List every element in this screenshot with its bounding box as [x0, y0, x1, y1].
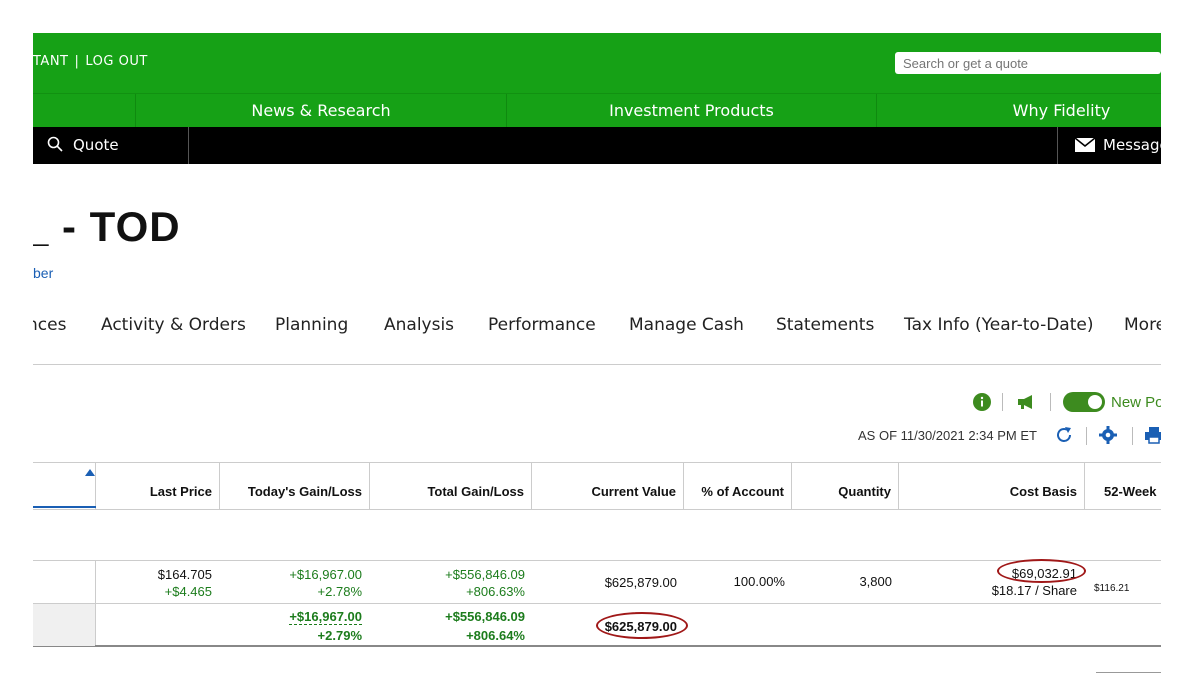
as-of-timestamp: AS OF 11/30/2021 2:34 PM ET	[858, 428, 1037, 443]
nav-item-news-research[interactable]: News & Research	[135, 94, 506, 128]
divider	[1050, 393, 1051, 411]
total-row-label-cell	[33, 604, 95, 646]
divider	[188, 127, 189, 164]
sort-indicator	[33, 506, 96, 508]
app-frame: TANT|LOG OUT News & Research Investment …	[33, 33, 1161, 673]
quote-button[interactable]: Quote	[47, 136, 119, 154]
gear-icon[interactable]	[1099, 426, 1117, 444]
column-header-percent-of-account[interactable]: % of Account	[684, 463, 792, 509]
last-price: $164.705	[157, 567, 212, 582]
refresh-icon[interactable]	[1054, 425, 1074, 445]
column-header-cost-basis[interactable]: Cost Basis	[899, 463, 1085, 509]
tab-tax-info[interactable]: Tax Info (Year-to-Date)	[904, 315, 1093, 335]
total-todays-gain: +$16,967.00	[289, 609, 362, 625]
column-header-symbol[interactable]	[33, 463, 96, 509]
column-divider	[95, 604, 96, 645]
sort-up-icon[interactable]	[85, 469, 95, 476]
52-week-low: $116.21	[1094, 583, 1130, 594]
column-header-total-gain-loss[interactable]: Total Gain/Loss	[370, 463, 532, 509]
divider	[1057, 127, 1058, 164]
print-icon[interactable]	[1145, 426, 1161, 444]
main-nav: News & Research Investment Products Why …	[33, 93, 1161, 128]
total-gain-sum: +$556,846.09	[445, 609, 525, 624]
search-icon	[47, 136, 63, 152]
megaphone-icon[interactable]	[1016, 394, 1036, 410]
table-row[interactable]: $164.705 +$4.465 +$16,967.00 +2.78% +$55…	[33, 559, 1161, 673]
assistant-link[interactable]: TANT	[33, 54, 69, 69]
search-input[interactable]	[895, 52, 1161, 74]
52-week-range-bar	[1096, 672, 1161, 673]
nav-item-investment-products[interactable]: Investment Products	[506, 94, 876, 128]
total-todays-gain-percent: +2.79%	[317, 628, 362, 643]
total-gain: +$556,846.09	[445, 567, 525, 582]
divider	[1002, 393, 1003, 411]
account-title: _ - TOD	[33, 203, 181, 250]
quantity: 3,800	[859, 574, 892, 589]
tab-analysis[interactable]: Analysis	[384, 315, 454, 335]
column-header-quantity[interactable]: Quantity	[792, 463, 899, 509]
new-positions-label: New Positions	[1111, 394, 1161, 411]
column-header-52-week[interactable]: 52-Week	[1085, 463, 1161, 509]
info-icon[interactable]	[973, 393, 991, 411]
tab-more[interactable]: More	[1124, 315, 1161, 335]
nav-item-why-fidelity[interactable]: Why Fidelity	[876, 94, 1161, 128]
total-gain-percent: +806.63%	[466, 584, 525, 599]
messages-label: Messages	[1103, 136, 1161, 154]
toggle-knob	[1088, 395, 1102, 409]
envelope-icon	[1074, 137, 1096, 152]
utility-bar: Quote Messages	[33, 127, 1161, 164]
divider	[1132, 427, 1133, 445]
highlight-circle	[596, 612, 688, 639]
top-links: TANT | LOG OUT	[33, 54, 148, 69]
todays-gain: +$16,967.00	[289, 567, 362, 582]
column-divider	[95, 561, 96, 603]
nav-item-blank[interactable]	[33, 94, 135, 128]
highlight-circle	[997, 559, 1086, 583]
last-price-change: +$4.465	[164, 584, 212, 599]
tabs-divider	[33, 364, 1161, 365]
total-todays-gain-value[interactable]: +$16,967.00	[289, 609, 362, 625]
tab-balances[interactable]: nces	[33, 315, 66, 335]
column-header-todays-gain-loss[interactable]: Today's Gain/Loss	[220, 463, 370, 509]
logout-link[interactable]: LOG OUT	[85, 54, 147, 69]
current-value: $625,879.00	[604, 575, 677, 590]
todays-gain-percent: +2.78%	[317, 584, 362, 599]
new-positions-toggle[interactable]	[1063, 392, 1105, 412]
percent-of-account: 100.00%	[733, 574, 785, 589]
cost-per-share: $18.17 / Share	[991, 583, 1077, 598]
messages-button[interactable]: Messages	[1074, 136, 1161, 154]
tab-activity-orders[interactable]: Activity & Orders	[101, 315, 246, 335]
tab-performance[interactable]: Performance	[488, 315, 596, 335]
quote-label: Quote	[73, 136, 119, 154]
column-header-current-value[interactable]: Current Value	[532, 463, 684, 509]
top-bar: TANT | LOG OUT	[33, 33, 1161, 93]
tab-statements[interactable]: Statements	[776, 315, 874, 335]
divider	[1086, 427, 1087, 445]
column-header-last-price[interactable]: Last Price	[96, 463, 220, 509]
table-header: Last Price Today's Gain/Loss Total Gain/…	[33, 462, 1161, 510]
account-number-link[interactable]: ber	[33, 265, 53, 281]
table-total-row: +$16,967.00 +2.79% +$556,846.09 +806.64%…	[33, 603, 1161, 647]
tab-planning[interactable]: Planning	[275, 315, 348, 335]
total-gain-sum-percent: +806.64%	[466, 628, 525, 643]
tab-manage-cash[interactable]: Manage Cash	[629, 315, 744, 335]
